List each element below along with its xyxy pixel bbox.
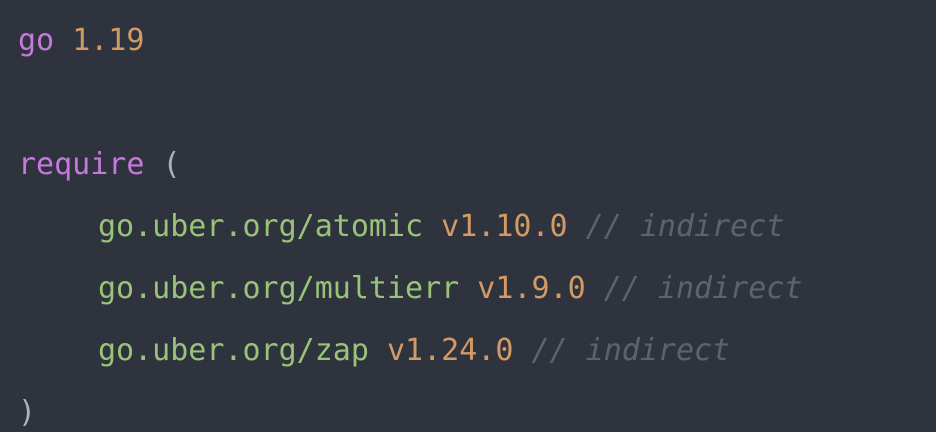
code-line-require-close: ) (18, 382, 36, 432)
code-line-require-multierr: go.uber.org/multierr v1.9.0 // indirect (98, 258, 802, 320)
module-path: go.uber.org/multierr (98, 271, 460, 306)
code-line-require-zap: go.uber.org/zap v1.24.0 // indirect (98, 320, 730, 382)
open-paren: ( (162, 147, 181, 182)
indirect-comment: // indirect (531, 333, 731, 368)
code-line-require-atomic: go.uber.org/atomic v1.10.0 // indirect (98, 196, 784, 258)
require-keyword: require (18, 147, 145, 182)
code-editor[interactable]: go 1.19 require ( go.uber.org/atomic v1.… (0, 0, 936, 432)
go-version: 1.19 (72, 23, 145, 58)
module-version: v1.10.0 (441, 209, 568, 244)
module-version: v1.9.0 (477, 271, 586, 306)
indirect-comment: // indirect (603, 271, 803, 306)
go-keyword: go (18, 23, 55, 58)
module-path: go.uber.org/atomic (98, 209, 424, 244)
module-version: v1.24.0 (387, 333, 514, 368)
code-line-go-directive: go 1.19 (18, 10, 144, 72)
indirect-comment: // indirect (585, 209, 785, 244)
module-path: go.uber.org/zap (98, 333, 369, 368)
code-line-require-open: require ( (18, 134, 181, 196)
close-paren: ) (18, 395, 37, 430)
